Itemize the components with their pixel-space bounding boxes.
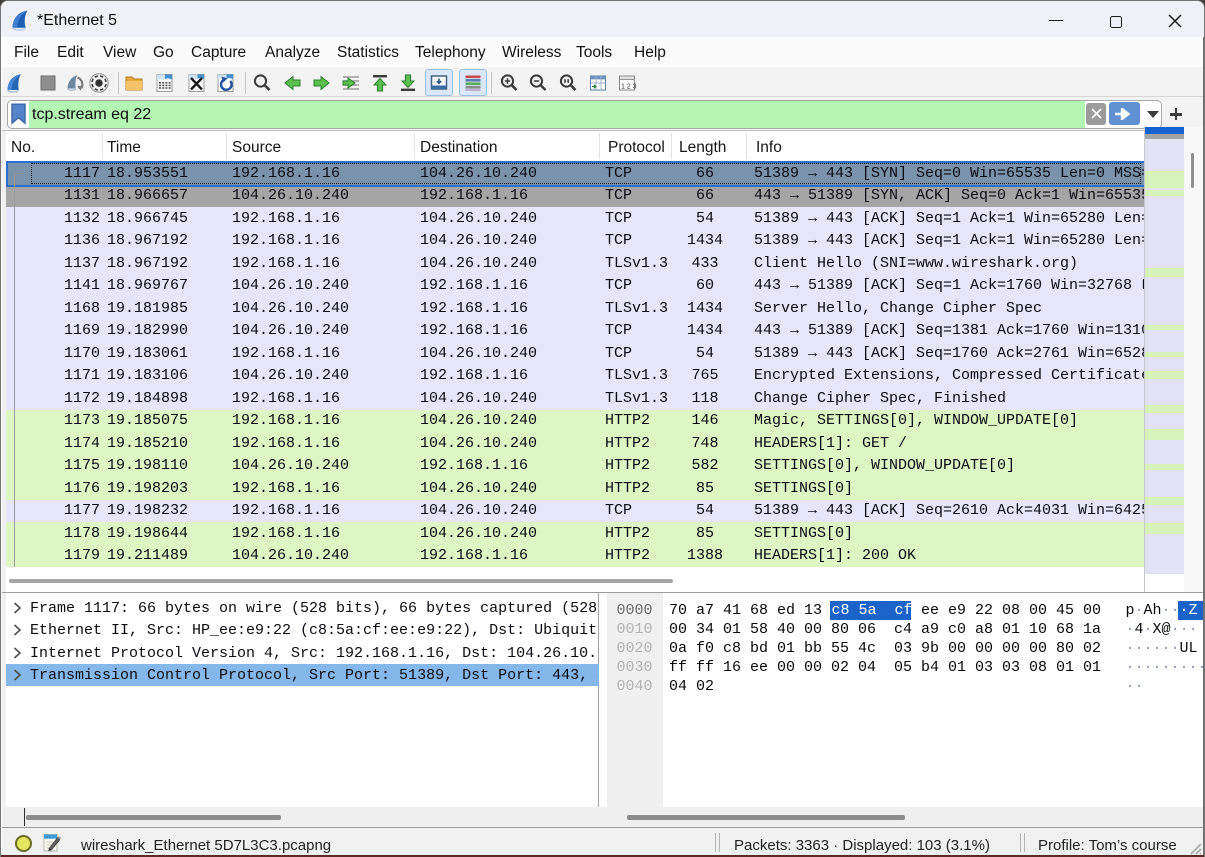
svg-text:1 2 3: 1 2 3 (621, 84, 637, 91)
